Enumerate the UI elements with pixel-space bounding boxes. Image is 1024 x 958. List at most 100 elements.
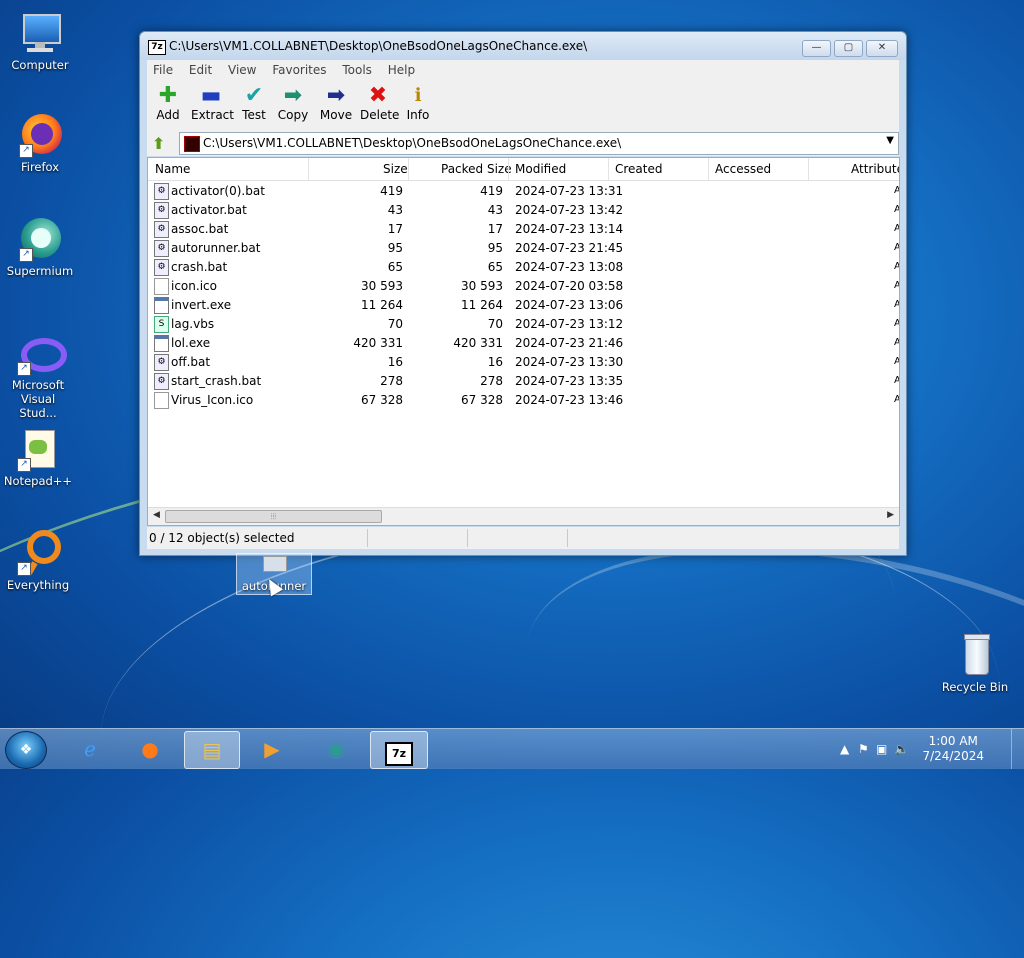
close-button[interactable]: ✕ (866, 40, 898, 57)
extract-button[interactable]: ▬ Extract (191, 83, 234, 123)
table-row[interactable]: ⚙autorunner.bat 95 95 2024-07-23 21:45 A (148, 239, 899, 258)
table-row[interactable]: invert.exe 11 264 11 264 2024-07-23 13:06 A (148, 296, 899, 315)
address-input[interactable]: C:\Users\VM1.COLLABNET\Desktop\OneBsodOn… (179, 132, 899, 155)
menu-tools[interactable]: Tools (336, 60, 378, 77)
volume-muted-icon[interactable]: 🔈 (894, 742, 909, 756)
file-size: 67 328 (361, 393, 403, 407)
desktop-icon-everything[interactable]: ↗ Everything (1, 530, 75, 592)
menu-help[interactable]: Help (382, 60, 421, 77)
file-packed-size: 278 (480, 374, 503, 388)
column-divider[interactable] (808, 158, 809, 180)
network-icon[interactable]: ▣ (876, 742, 887, 756)
desktop-icon-label: Computer (11, 58, 69, 72)
table-row[interactable]: ⚙start_crash.bat 278 278 2024-07-23 13:35 A (148, 372, 899, 391)
move-button[interactable]: ➡ Move (319, 84, 353, 123)
taskbar-internet-explorer[interactable]: ℯ (63, 731, 117, 767)
add-button[interactable]: ✚ Add (153, 83, 183, 123)
taskbar-firefox[interactable]: ● (123, 731, 177, 767)
menu-file[interactable]: File (147, 60, 179, 77)
column-divider[interactable] (308, 158, 309, 180)
table-row[interactable]: ⚙off.bat 16 16 2024-07-23 13:30 A (148, 353, 899, 372)
action-center-flag-icon[interactable]: ⚑ (858, 742, 869, 756)
toolbar: ✚ Add ▬ Extract ✔ Test ➡ Copy ➡ Move ✖ D… (147, 80, 899, 130)
show-hidden-icons-icon[interactable]: ▲ (840, 742, 849, 756)
table-row[interactable]: Virus_Icon.ico 67 328 67 328 2024-07-23 13:… (148, 391, 899, 410)
file-list[interactable]: Name Size Packed Size Modified Created A… (147, 157, 900, 526)
scroll-left-icon[interactable]: ◀ (153, 510, 160, 520)
copy-button[interactable]: ➡ Copy (277, 84, 309, 123)
minimize-button[interactable]: — (802, 40, 831, 57)
everything-search-icon: ↗ (15, 530, 61, 576)
desktop-icon-recycle-bin[interactable]: Recycle Bin (938, 632, 1012, 694)
table-row[interactable]: ⚙crash.bat 65 65 2024-07-23 13:08 A (148, 258, 899, 277)
column-size[interactable]: Size (383, 162, 408, 176)
column-modified[interactable]: Modified (515, 162, 566, 176)
plus-icon: ✚ (158, 83, 178, 108)
table-row[interactable]: icon.ico 30 593 30 593 2024-07-20 03:58 A (148, 277, 899, 296)
title-bar[interactable]: 7z C:\Users\VM1.COLLABNET\Desktop\OneBso… (140, 32, 906, 60)
file-size: 420 331 (353, 336, 403, 350)
taskbar-7zip[interactable]: 7z (370, 731, 428, 769)
up-folder-icon[interactable]: ⬆ (152, 134, 170, 153)
desktop-icon-supermium[interactable]: ↗ Supermium (3, 216, 77, 278)
file-attribute: A (894, 204, 899, 215)
file-attribute: A (894, 280, 899, 291)
taskbar-media-player[interactable]: ▶ (245, 731, 299, 767)
desktop-icon-computer[interactable]: Computer (3, 10, 77, 72)
file-packed-size: 419 (480, 184, 503, 198)
column-accessed[interactable]: Accessed (715, 162, 771, 176)
info-button[interactable]: ℹ Info (405, 84, 431, 122)
scroll-right-icon[interactable]: ▶ (887, 510, 894, 520)
scrollbar-thumb[interactable]: ⦙⦙⦙ (165, 510, 382, 523)
clock[interactable]: 1:00 AM 7/24/2024 (922, 734, 984, 764)
table-row[interactable]: ⚙activator(0).bat 419 419 2024-07-23 13:31 A (148, 182, 899, 201)
start-button[interactable]: ❖ (5, 731, 47, 769)
file-attribute: A (894, 318, 899, 329)
supermium-icon: ◉ (327, 737, 345, 761)
column-divider[interactable] (408, 158, 409, 180)
menu-view[interactable]: View (222, 60, 262, 77)
table-row[interactable]: lol.exe 420 331 420 331 2024-07-23 21:46 A (148, 334, 899, 353)
column-attributes[interactable]: Attribute (851, 162, 899, 176)
menu-favorites[interactable]: Favorites (266, 60, 332, 77)
table-row[interactable]: ⚙assoc.bat 17 17 2024-07-23 13:14 A (148, 220, 899, 239)
bat-file-icon: ⚙ (154, 183, 169, 200)
file-modified: 2024-07-23 13:42 (515, 203, 624, 217)
list-header: Name Size Packed Size Modified Created A… (148, 158, 899, 181)
column-created[interactable]: Created (615, 162, 663, 176)
file-size: 30 593 (361, 279, 403, 293)
bat-file-icon: ⚙ (154, 221, 169, 238)
table-row[interactable]: ⚙activator.bat 43 43 2024-07-23 13:42 A (148, 201, 899, 220)
status-divider (567, 529, 568, 547)
file-size: 95 (387, 241, 403, 255)
media-player-icon: ▶ (264, 737, 280, 761)
taskbar-supermium[interactable]: ◉ (309, 731, 363, 767)
vbs-file-icon: S (154, 316, 169, 333)
supermium-icon: ↗ (17, 216, 63, 262)
wallpaper-swoosh (495, 490, 1024, 936)
file-size: 11 264 (361, 298, 403, 312)
taskbar-explorer[interactable]: ▤ (184, 731, 240, 769)
column-divider[interactable] (608, 158, 609, 180)
delete-button[interactable]: ✖ Delete (360, 84, 399, 123)
menu-edit[interactable]: Edit (183, 60, 218, 77)
show-desktop-button[interactable] (1011, 729, 1024, 769)
7zip-window: 7z C:\Users\VM1.COLLABNET\Desktop\OneBso… (139, 31, 907, 556)
maximize-button[interactable]: ▢ (834, 40, 863, 57)
desktop-icon-notepadpp[interactable]: ↗ Notepad++ (1, 426, 75, 488)
column-divider[interactable] (508, 158, 509, 180)
chevron-down-icon[interactable]: ▼ (886, 135, 894, 146)
minus-icon: ▬ (200, 83, 222, 108)
column-divider[interactable] (708, 158, 709, 180)
visual-studio-icon: ↗ (15, 330, 67, 376)
horizontal-scrollbar[interactable]: ◀ ⦙⦙⦙ ▶ (148, 507, 899, 525)
file-attribute: A (894, 375, 899, 386)
test-button[interactable]: ✔ Test (239, 84, 269, 123)
file-modified: 2024-07-23 21:46 (515, 336, 624, 350)
table-row[interactable]: Slag.vbs 70 70 2024-07-23 13:12 A (148, 315, 899, 334)
desktop-icon-visual-studio[interactable]: ↗ Microsoft Visual Stud... (1, 330, 75, 420)
column-packed-size[interactable]: Packed Size (441, 162, 512, 176)
column-name[interactable]: Name (155, 162, 190, 176)
desktop-icon-firefox[interactable]: ↗ Firefox (3, 112, 77, 174)
address-bar: ⬆ C:\Users\VM1.COLLABNET\Desktop\OneBsod… (147, 130, 899, 156)
